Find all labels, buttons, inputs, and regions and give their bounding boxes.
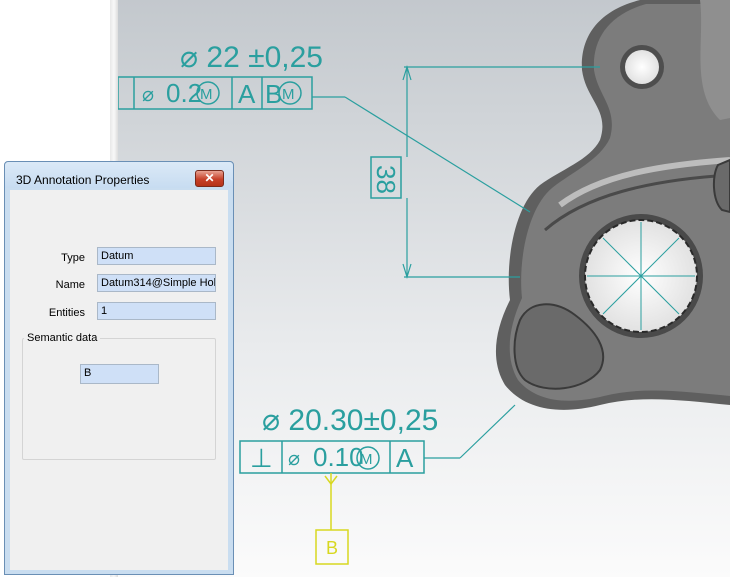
name-label: Name bbox=[55, 279, 85, 291]
top-fcf-modifier: M bbox=[200, 86, 213, 103]
bottom-fcf-datum-a: A bbox=[396, 443, 414, 473]
close-button[interactable]: ✕ bbox=[195, 170, 224, 187]
top-fcf-datum-a: A bbox=[238, 79, 256, 109]
dialog-title-bar[interactable]: 3D Annotation Properties ✕ bbox=[5, 162, 233, 188]
annotation-properties-dialog: 3D Annotation Properties ✕ Type Datum Na… bbox=[4, 161, 234, 575]
bottom-size-text: ⌀ 20.30±0,25 bbox=[262, 404, 438, 437]
name-field[interactable]: Datum314@Simple Hole bbox=[97, 274, 216, 292]
bottom-fcf-modifier: M bbox=[360, 451, 373, 468]
type-label: Type bbox=[61, 252, 85, 264]
dialog-title: 3D Annotation Properties bbox=[16, 173, 150, 187]
datum-b-label: B bbox=[326, 538, 338, 558]
entities-field[interactable]: 1 bbox=[97, 302, 216, 320]
top-fcf-diameter: ⌀ bbox=[142, 84, 154, 106]
bottom-fcf-diameter: ⌀ bbox=[288, 448, 300, 470]
bottom-fcf-perpendicular: ⊥ bbox=[250, 443, 273, 473]
dialog-body: Type Datum Name Datum314@Simple Hole Ent… bbox=[10, 190, 228, 570]
entities-label: Entities bbox=[48, 307, 85, 319]
close-icon: ✕ bbox=[204, 171, 215, 185]
semantic-data-group bbox=[22, 338, 216, 460]
vertical-dimension-text: 38 bbox=[371, 165, 401, 194]
top-size-text: ⌀ 22 ±0,25 bbox=[180, 41, 323, 74]
semantic-data-title: Semantic data bbox=[24, 332, 101, 344]
type-field[interactable]: Datum bbox=[97, 247, 216, 265]
top-fcf-datum-b-modifier: M bbox=[282, 86, 295, 103]
bottom-fcf-tolerance: 0.10 bbox=[313, 442, 364, 472]
semantic-data-field[interactable]: B bbox=[80, 364, 159, 384]
